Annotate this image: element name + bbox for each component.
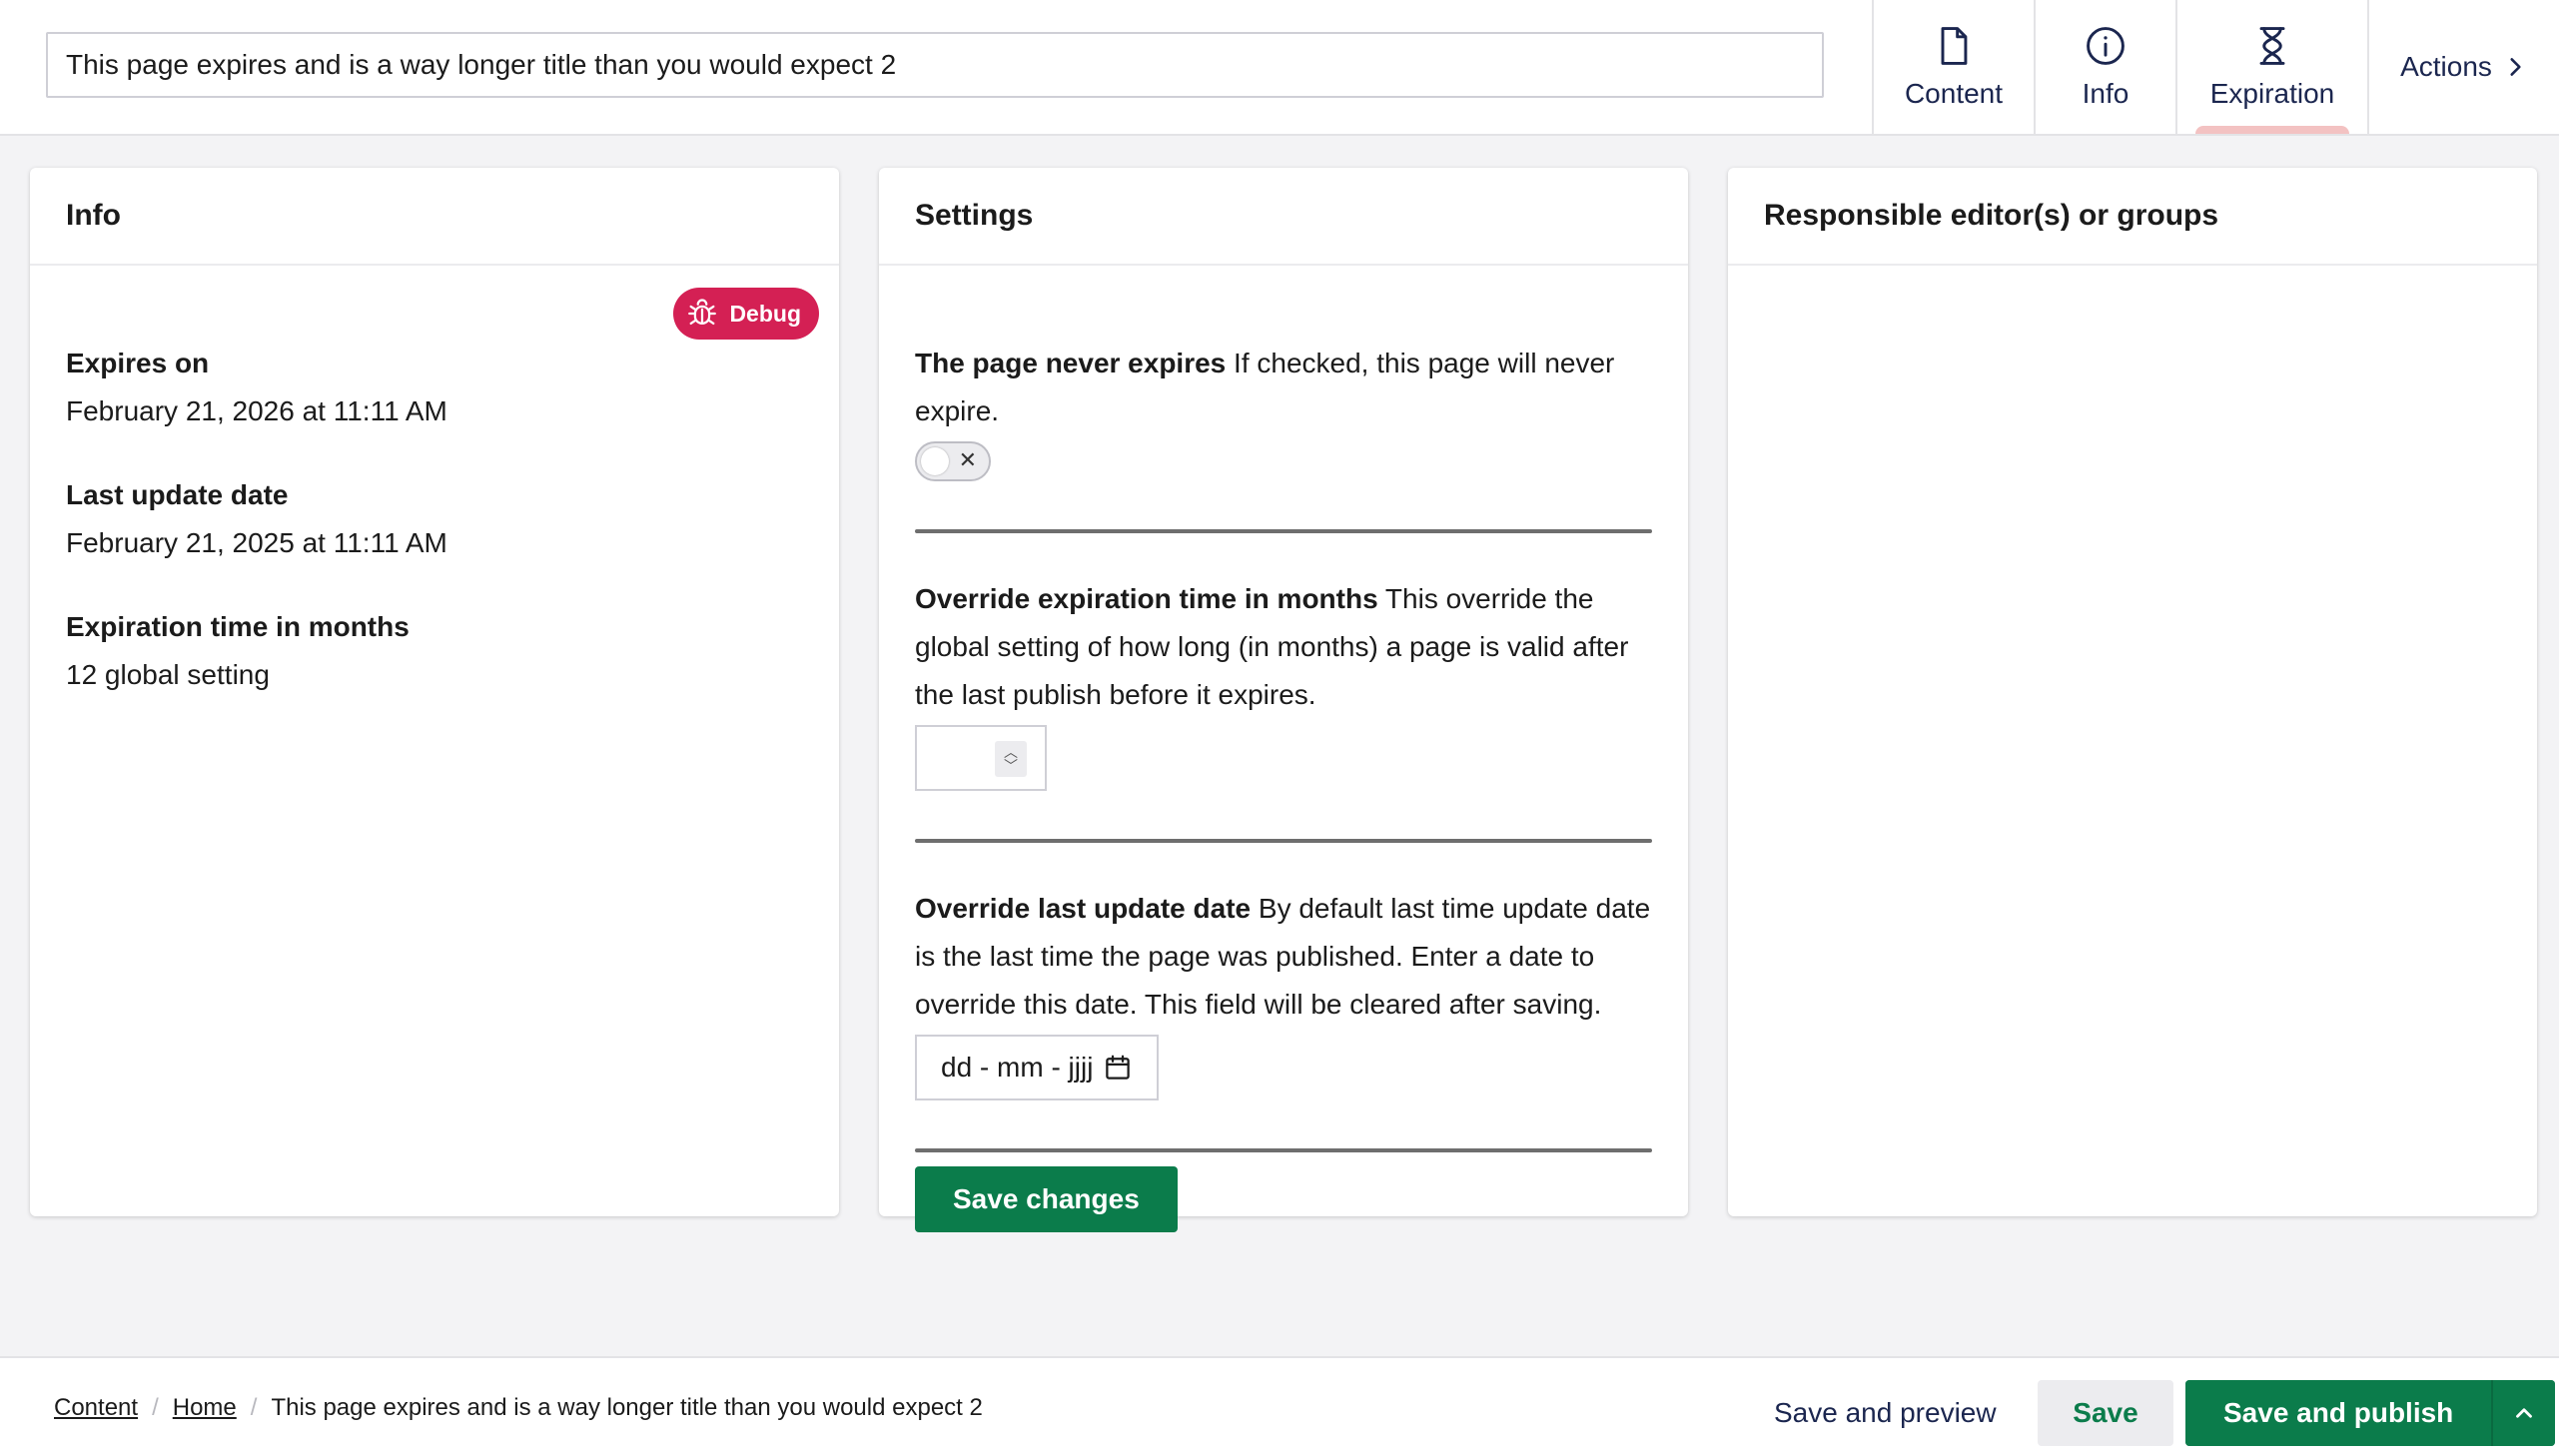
chevron-up-icon: ︿	[1004, 744, 1018, 760]
tab-content[interactable]: Content	[1872, 0, 2034, 134]
override-months-section: Override expiration time in months This …	[915, 533, 1652, 843]
document-icon	[1941, 27, 1968, 65]
workspace-tabs: Content Info Expiration Actions	[1872, 0, 2559, 134]
info-panel-title: Info	[66, 199, 121, 232]
page-title-input[interactable]	[46, 32, 1824, 98]
chevron-down-icon: ﹀	[1004, 758, 1018, 774]
save-and-preview-button[interactable]: Save and preview	[1750, 1380, 2021, 1446]
settings-panel-title: Settings	[915, 199, 1034, 232]
bug-icon	[688, 299, 717, 326]
toggle-knob	[921, 447, 949, 475]
chevron-up-icon	[2516, 1408, 2533, 1418]
save-button[interactable]: Save	[2038, 1380, 2173, 1446]
breadcrumb: Content / Home / This page expires and i…	[54, 1358, 983, 1456]
tab-expiration[interactable]: Expiration	[2175, 0, 2367, 134]
never-expires-section: The page never expires If checked, this …	[915, 266, 1652, 533]
info-field-value: 12 global setting	[66, 659, 270, 690]
never-expires-toggle[interactable]: ✕	[915, 441, 991, 481]
never-expires-label: The page never expires	[915, 348, 1227, 378]
info-field-value: February 21, 2026 at 11:11 AM	[66, 395, 447, 426]
override-date-input[interactable]: dd - mm - jjjj	[915, 1035, 1159, 1100]
info-field-label: Expiration time in months	[66, 611, 410, 642]
never-expires-text: The page never expires If checked, this …	[915, 340, 1652, 435]
number-stepper[interactable]: ︿ ﹀	[995, 741, 1027, 777]
calendar-icon[interactable]	[1103, 1053, 1133, 1083]
actions-menu-button[interactable]: Actions	[2367, 0, 2559, 134]
active-tab-indicator	[2195, 126, 2349, 134]
tab-info-label: Info	[2082, 78, 2130, 109]
override-months-text: Override expiration time in months This …	[915, 575, 1652, 719]
settings-panel-header: Settings	[879, 168, 1688, 266]
breadcrumb-home[interactable]: Home	[173, 1394, 237, 1422]
actions-label: Actions	[2400, 51, 2492, 82]
override-date-text: Override last update date By default las…	[915, 885, 1652, 1029]
hourglass-icon	[2259, 27, 2285, 65]
editors-panel: Responsible editor(s) or groups	[1728, 168, 2537, 1216]
info-expiration-months: Expiration time in months 12 global sett…	[66, 603, 803, 699]
breadcrumb-separator: /	[250, 1394, 258, 1421]
save-changes-button[interactable]: Save changes	[915, 1166, 1178, 1232]
chevron-right-icon	[2510, 58, 2521, 76]
editors-panel-title: Responsible editor(s) or groups	[1764, 199, 2219, 232]
breadcrumb-current: This page expires and is a way longer ti…	[271, 1394, 983, 1421]
info-field-label: Expires on	[66, 348, 210, 378]
debug-button[interactable]: Debug	[673, 288, 819, 340]
tab-expiration-label: Expiration	[2209, 78, 2335, 109]
save-and-publish-button[interactable]: Save and publish	[2185, 1380, 2492, 1446]
tab-info[interactable]: Info	[2034, 0, 2175, 134]
close-icon: ✕	[958, 447, 977, 472]
breadcrumb-separator: /	[152, 1394, 159, 1421]
editor-footer: Content / Home / This page expires and i…	[0, 1356, 2559, 1456]
editors-panel-header: Responsible editor(s) or groups	[1728, 168, 2537, 266]
debug-label: Debug	[729, 300, 801, 327]
override-date-label: Override last update date	[915, 893, 1252, 924]
info-panel: Info Debug Expires on February 21, 2026 …	[30, 168, 839, 1216]
settings-panel-body: The page never expires If checked, this …	[879, 266, 1688, 1232]
date-placeholder: dd - mm - jjjj	[941, 1052, 1094, 1083]
info-last-update: Last update date February 21, 2025 at 11…	[66, 471, 803, 567]
section-divider	[915, 1148, 1652, 1152]
publish-options-button[interactable]	[2491, 1380, 2556, 1446]
expiration-editor-screen: Content Info Expiration Actions	[0, 0, 2559, 1456]
info-field-value: February 21, 2025 at 11:11 AM	[66, 527, 447, 558]
override-months-input[interactable]: ︿ ﹀	[915, 725, 1047, 791]
info-icon	[2087, 27, 2125, 65]
info-field-label: Last update date	[66, 479, 289, 510]
override-months-label: Override expiration time in months	[915, 583, 1378, 614]
save-and-publish-group: Save and publish	[2185, 1380, 2556, 1446]
info-panel-body: Debug Expires on February 21, 2026 at 11…	[30, 266, 839, 699]
editor-header: Content Info Expiration Actions	[0, 0, 2559, 136]
info-expires-on: Expires on February 21, 2026 at 11:11 AM	[66, 340, 803, 435]
breadcrumb-content[interactable]: Content	[54, 1394, 138, 1422]
settings-panel: Settings The page never expires If check…	[879, 168, 1688, 1232]
override-date-section: Override last update date By default las…	[915, 843, 1652, 1152]
info-panel-header: Info	[30, 168, 839, 266]
tab-content-label: Content	[1904, 78, 2004, 109]
